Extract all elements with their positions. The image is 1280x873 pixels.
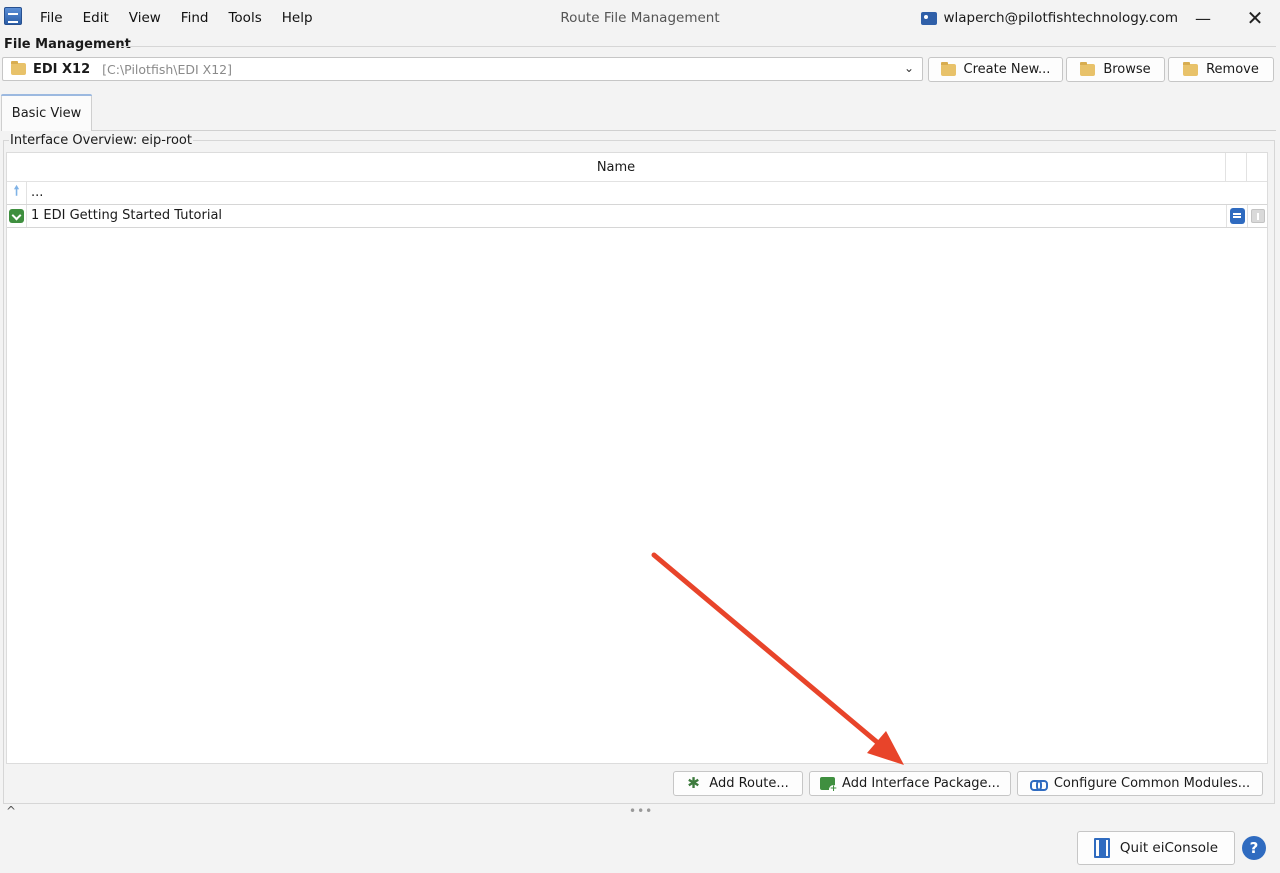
- menu-file[interactable]: File: [30, 10, 73, 26]
- add-interface-package-label: Add Interface Package...: [842, 776, 1000, 791]
- link-icon: [1029, 779, 1048, 791]
- configure-common-modules-label: Configure Common Modules...: [1053, 776, 1251, 791]
- browse-button[interactable]: Browse: [1066, 57, 1165, 82]
- interface-overview-title: Interface Overview: eip-root: [9, 133, 193, 148]
- help-icon[interactable]: ?: [1242, 836, 1266, 860]
- configure-common-modules-button[interactable]: Configure Common Modules...: [1017, 771, 1263, 796]
- file-selector-dropdown[interactable]: EDI X12 [C:\Pilotfish\EDI X12] ⌄: [2, 57, 923, 81]
- table-row[interactable]: 1 EDI Getting Started Tutorial: [7, 205, 1267, 228]
- edit-cell[interactable]: [1226, 205, 1247, 227]
- minimize-button[interactable]: —: [1180, 0, 1226, 36]
- package-cell: [7, 205, 27, 227]
- add-route-label: Add Route...: [709, 776, 789, 791]
- new-folder-icon: [940, 61, 956, 76]
- create-new-label: Create New...: [963, 62, 1051, 77]
- remove-button[interactable]: Remove: [1168, 57, 1274, 82]
- user-account[interactable]: wlaperch@pilotfishtechnology.com: [921, 0, 1178, 36]
- folder-icon: [1080, 61, 1096, 76]
- close-button[interactable]: ✕: [1232, 0, 1278, 36]
- splitter-handle[interactable]: •••: [629, 804, 653, 818]
- file-management-label: File Management: [4, 37, 131, 52]
- up-arrow-icon: 🠕: [13, 184, 20, 199]
- browse-label: Browse: [1103, 62, 1151, 77]
- tab-basic-view[interactable]: Basic View: [1, 94, 92, 131]
- add-route-button[interactable]: Add Route...: [673, 771, 803, 796]
- column-header-name[interactable]: Name: [7, 153, 1226, 182]
- menu-tools[interactable]: Tools: [218, 10, 271, 26]
- collapse-caret-icon[interactable]: ^: [6, 804, 16, 818]
- create-new-button[interactable]: Create New...: [928, 57, 1063, 82]
- interface-package-icon: [9, 209, 24, 223]
- add-interface-package-button[interactable]: Add Interface Package...: [809, 771, 1011, 796]
- remove-label: Remove: [1206, 62, 1259, 77]
- user-card-icon: [921, 11, 938, 25]
- edit-document-icon[interactable]: [1229, 208, 1245, 224]
- column-header-edit: [1226, 153, 1247, 182]
- menu-edit[interactable]: Edit: [73, 10, 119, 26]
- menu-bar: File Edit View Find Tools Help: [30, 0, 323, 36]
- add-package-icon: [820, 777, 839, 794]
- table-row-parent[interactable]: 🠕 ...: [7, 182, 1267, 205]
- user-email: wlaperch@pilotfishtechnology.com: [943, 10, 1178, 26]
- menu-help[interactable]: Help: [272, 10, 323, 26]
- remove-folder-icon: [1183, 61, 1199, 76]
- row-label: ...: [31, 185, 44, 200]
- menu-view[interactable]: View: [119, 10, 171, 26]
- info-cell[interactable]: [1247, 205, 1267, 227]
- info-icon[interactable]: [1250, 209, 1265, 223]
- tab-strip-line: [92, 130, 1276, 131]
- interface-table: Name 🠕 ... 1 EDI Getting Started Tutoria…: [6, 152, 1268, 764]
- route-icon: [687, 774, 701, 792]
- app-icon[interactable]: [4, 7, 22, 25]
- chevron-down-icon: ⌄: [903, 61, 914, 75]
- column-header-info: [1247, 153, 1267, 182]
- selected-file-name: EDI X12: [33, 61, 91, 77]
- row-label: 1 EDI Getting Started Tutorial: [31, 208, 223, 223]
- title-bar: File Edit View Find Tools Help Route Fil…: [0, 0, 1280, 36]
- folder-icon: [11, 61, 26, 75]
- up-arrow-cell: 🠕: [7, 182, 27, 204]
- quit-eiconsole-button[interactable]: Quit eiConsole: [1077, 831, 1235, 865]
- menu-find[interactable]: Find: [171, 10, 219, 26]
- quit-label: Quit eiConsole: [1119, 840, 1219, 856]
- selected-file-path: [C:\Pilotfish\EDI X12]: [102, 61, 232, 77]
- exit-door-icon: [1093, 838, 1110, 858]
- section-divider: [120, 46, 1276, 47]
